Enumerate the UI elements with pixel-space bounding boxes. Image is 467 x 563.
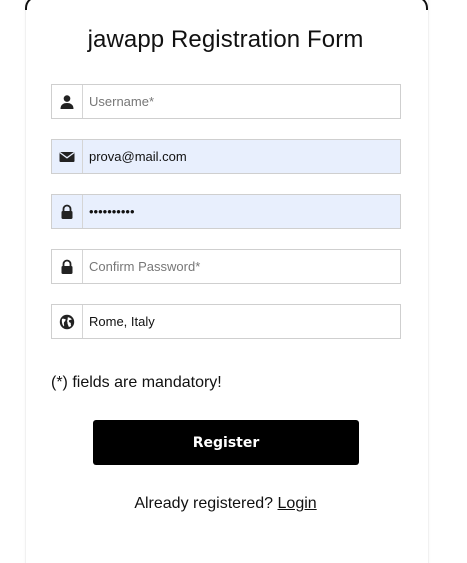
location-field[interactable] xyxy=(51,304,401,339)
globe-icon xyxy=(52,305,83,338)
user-icon xyxy=(52,85,83,118)
confirm-password-input[interactable] xyxy=(83,250,400,283)
mandatory-note: (*) fields are mandatory! xyxy=(51,374,222,391)
username-input[interactable] xyxy=(83,85,400,118)
login-prompt-line: Already registered? Login xyxy=(0,495,451,513)
card-corner-right xyxy=(414,0,428,10)
card-corner-left xyxy=(25,0,39,10)
password-field[interactable] xyxy=(51,194,401,229)
lock-icon xyxy=(52,195,83,228)
password-input[interactable] xyxy=(83,195,400,228)
confirm-password-field[interactable] xyxy=(51,249,401,284)
email-field[interactable] xyxy=(51,139,401,174)
location-input[interactable] xyxy=(83,305,400,338)
register-button[interactable]: Register xyxy=(93,420,359,465)
email-input[interactable] xyxy=(83,140,400,173)
login-link[interactable]: Login xyxy=(278,495,317,512)
form-title: jawapp Registration Form xyxy=(87,26,364,53)
envelope-icon xyxy=(52,140,83,173)
login-prompt-text: Already registered? xyxy=(134,495,274,512)
username-field[interactable] xyxy=(51,84,401,119)
registration-page: jawapp Registration Form Username* prova… xyxy=(0,0,467,563)
lock-icon xyxy=(52,250,83,283)
